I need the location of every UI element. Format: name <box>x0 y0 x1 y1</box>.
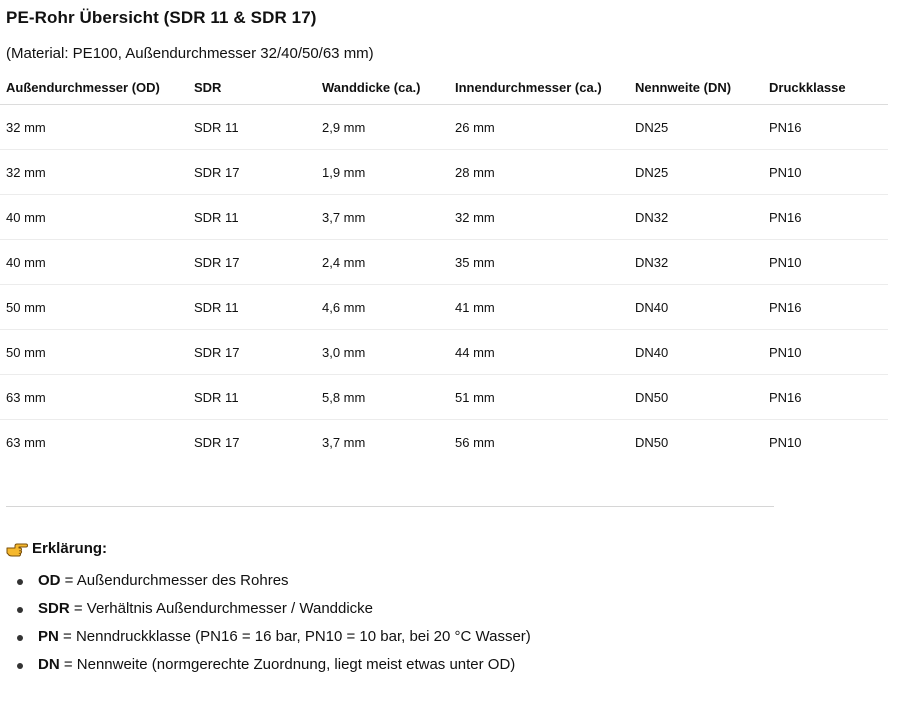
cell-pressure-class: PN10 <box>763 149 888 195</box>
header-nominal-size: Nennweite (DN) <box>629 70 763 105</box>
legend-definition: = Nennweite (normgerechte Zuordnung, lie… <box>59 656 516 673</box>
cell-nominal-size: DN40 <box>629 284 763 330</box>
table-row: 50 mm SDR 17 3,0 mm 44 mm DN40 PN10 <box>0 329 888 375</box>
table-row: 63 mm SDR 17 3,7 mm 56 mm DN50 PN10 <box>0 420 888 465</box>
cell-pressure-class: PN10 <box>763 329 888 375</box>
legend-term: OD <box>38 572 61 589</box>
cell-inner-diameter: 41 mm <box>449 284 629 330</box>
cell-wall-thickness: 2,4 mm <box>316 239 449 285</box>
cell-sdr: SDR 11 <box>188 374 316 420</box>
legend-term: DN <box>38 656 60 673</box>
cell-nominal-size: DN32 <box>629 194 763 240</box>
legend-definition: = Verhältnis Außendurchmesser / Wanddick… <box>69 600 374 617</box>
page-title: PE-Rohr Übersicht (SDR 11 & SDR 17) <box>6 8 317 27</box>
section-divider <box>6 506 774 507</box>
table-row: 40 mm SDR 11 3,7 mm 32 mm DN32 PN16 <box>0 194 888 240</box>
cell-outer-diameter: 63 mm <box>0 374 188 420</box>
cell-wall-thickness: 3,7 mm <box>322 434 366 450</box>
bullet-icon <box>17 607 23 613</box>
bullet-icon <box>17 663 23 669</box>
list-item: DN = Nennweite (normgerechte Zuordnung, … <box>0 653 531 681</box>
cell-pressure-class: PN10 <box>769 434 802 450</box>
cell-nominal-size: DN25 <box>629 104 763 150</box>
cell-outer-diameter: 32 mm <box>0 149 188 195</box>
cell-nominal-size: DN32 <box>629 239 763 285</box>
cell-pressure-class: PN16 <box>763 284 888 330</box>
cell-sdr: SDR 17 <box>188 239 316 285</box>
legend-term: SDR <box>38 600 70 617</box>
cell-inner-diameter: 56 mm <box>455 434 495 450</box>
cell-pressure-class: PN16 <box>763 194 888 240</box>
cell-pressure-class: PN16 <box>763 104 888 150</box>
table-row: 63 mm SDR 11 5,8 mm 51 mm DN50 PN16 <box>0 374 888 420</box>
legend-definition: = Außendurchmesser des Rohres <box>60 572 289 589</box>
bullet-icon <box>17 635 23 641</box>
cell-sdr: SDR 17 <box>188 329 316 375</box>
list-item: OD = Außendurchmesser des Rohres <box>0 569 531 597</box>
legend-term: PN <box>38 628 59 645</box>
cell-wall-thickness: 3,7 mm <box>316 194 449 240</box>
table-row: 32 mm SDR 17 1,9 mm 28 mm DN25 PN10 <box>0 149 888 195</box>
pe-pipe-table: Außendurchmesser (OD) SDR Wanddicke (ca.… <box>0 70 888 464</box>
table-row: 50 mm SDR 11 4,6 mm 41 mm DN40 PN16 <box>0 284 888 330</box>
pointing-hand-icon <box>6 541 28 557</box>
bullet-icon <box>17 579 23 585</box>
cell-sdr: SDR 17 <box>188 149 316 195</box>
cell-outer-diameter: 40 mm <box>0 194 188 240</box>
cell-nominal-size: DN40 <box>629 329 763 375</box>
cell-nominal-size: DN50 <box>629 374 763 420</box>
cell-nominal-size: DN50 <box>635 434 669 450</box>
cell-sdr: SDR 11 <box>188 104 316 150</box>
cell-inner-diameter: 26 mm <box>449 104 629 150</box>
table-row: 32 mm SDR 11 2,9 mm 26 mm DN25 PN16 <box>0 104 888 150</box>
cell-wall-thickness: 4,6 mm <box>316 284 449 330</box>
legend-heading-label: Erklärung: <box>32 540 108 557</box>
cell-outer-diameter: 50 mm <box>0 284 188 330</box>
cell-inner-diameter: 32 mm <box>449 194 629 240</box>
cell-pressure-class: PN10 <box>763 239 888 285</box>
cell-outer-diameter: 40 mm <box>0 239 188 285</box>
cell-outer-diameter: 32 mm <box>0 104 188 150</box>
list-item: PN = Nenndruckklasse (PN16 = 16 bar, PN1… <box>0 625 531 653</box>
cell-sdr: SDR 11 <box>188 284 316 330</box>
legend-heading: Erklärung: <box>6 540 107 557</box>
header-wall-thickness: Wanddicke (ca.) <box>316 70 449 105</box>
cell-sdr: SDR 11 <box>188 194 316 240</box>
cell-nominal-size: DN25 <box>629 149 763 195</box>
cell-wall-thickness: 5,8 mm <box>316 374 449 420</box>
cell-outer-diameter: 63 mm <box>6 434 46 450</box>
cell-inner-diameter: 44 mm <box>449 329 629 375</box>
list-item: SDR = Verhältnis Außendurchmesser / Wand… <box>0 597 531 625</box>
cell-outer-diameter: 50 mm <box>0 329 188 375</box>
cell-wall-thickness: 1,9 mm <box>316 149 449 195</box>
cell-sdr: SDR 17 <box>194 434 240 450</box>
table-row: 40 mm SDR 17 2,4 mm 35 mm DN32 PN10 <box>0 239 888 285</box>
cell-wall-thickness: 3,0 mm <box>316 329 449 375</box>
cell-inner-diameter: 35 mm <box>449 239 629 285</box>
header-inner-diameter: Innendurchmesser (ca.) <box>449 70 629 105</box>
cell-inner-diameter: 51 mm <box>449 374 629 420</box>
header-pressure-class: Druckklasse <box>763 70 888 105</box>
cell-pressure-class: PN16 <box>763 374 888 420</box>
legend-list: OD = Außendurchmesser des Rohres SDR = V… <box>0 569 531 681</box>
cell-inner-diameter: 28 mm <box>449 149 629 195</box>
header-sdr: SDR <box>188 70 316 105</box>
table-header-row: Außendurchmesser (OD) SDR Wanddicke (ca.… <box>0 70 888 105</box>
cell-wall-thickness: 2,9 mm <box>316 104 449 150</box>
header-outer-diameter: Außendurchmesser (OD) <box>0 70 188 105</box>
material-subtitle: (Material: PE100, Außendurchmesser 32/40… <box>6 45 374 62</box>
legend-definition: = Nenndruckklasse (PN16 = 16 bar, PN10 =… <box>58 628 531 645</box>
